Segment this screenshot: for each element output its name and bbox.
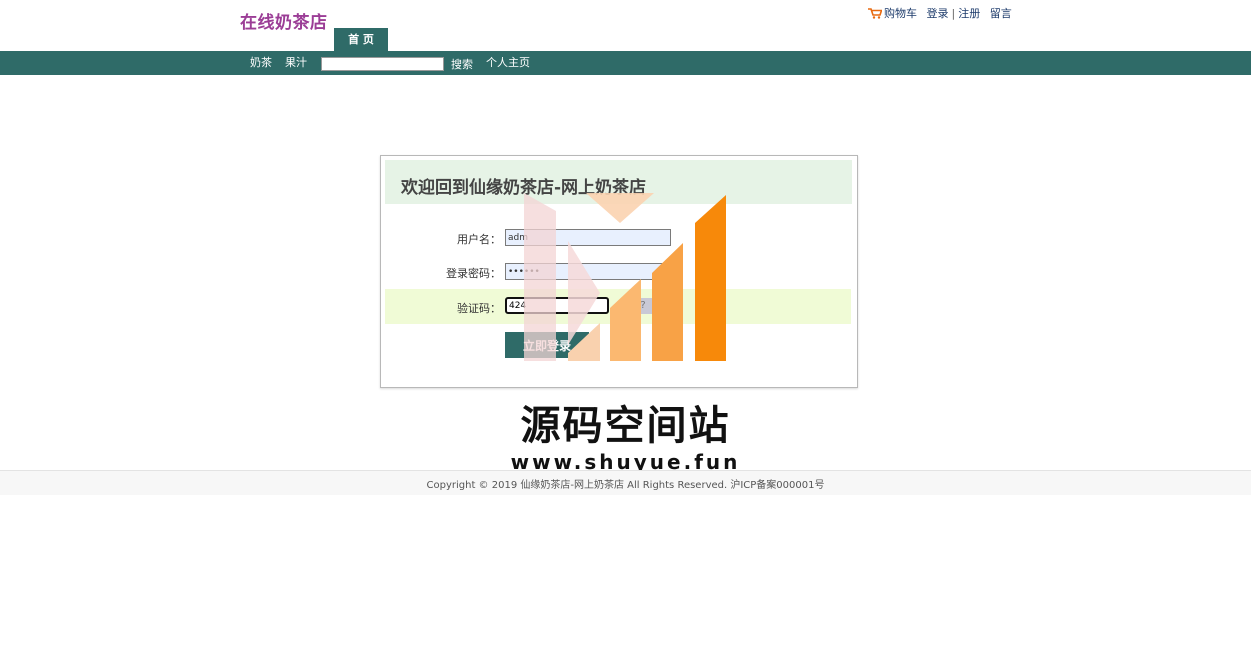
nav-item-milk-tea[interactable]: 奶茶 [250, 55, 272, 71]
main-nav: 奶茶 果汁 搜索 个人主页 [0, 51, 1251, 75]
footer: Copyright © 2019 仙缘奶茶店-网上奶茶店 All Rights … [0, 470, 1251, 495]
login-link[interactable]: 登录 [927, 7, 949, 20]
search-button[interactable]: 搜索 [451, 57, 473, 73]
message-link[interactable]: 留言 [990, 7, 1012, 20]
nav-item-profile[interactable]: 个人主页 [486, 55, 530, 71]
site-logo[interactable]: 在线奶茶店 [240, 8, 328, 33]
watermark-logo [524, 193, 726, 361]
watermark-name: 源码空间站 [520, 403, 731, 449]
shopping-cart-icon[interactable] [868, 8, 883, 22]
captcha-label: 验证码： [457, 302, 501, 315]
top-links: 购物车 登录 | 注册 留言 [868, 5, 1012, 22]
register-link[interactable]: 注册 [958, 7, 980, 20]
search-input[interactable] [321, 57, 444, 71]
nav-item-juice[interactable]: 果汁 [285, 55, 307, 71]
password-label: 登录密码： [446, 267, 501, 280]
link-divider: | [951, 7, 956, 20]
cart-link[interactable]: 购物车 [884, 7, 917, 20]
tab-home[interactable]: 首 页 [334, 28, 388, 52]
username-label: 用户名： [457, 233, 501, 246]
copyright-text: Copyright © 2019 仙缘奶茶店-网上奶茶店 All Rights … [426, 480, 825, 491]
